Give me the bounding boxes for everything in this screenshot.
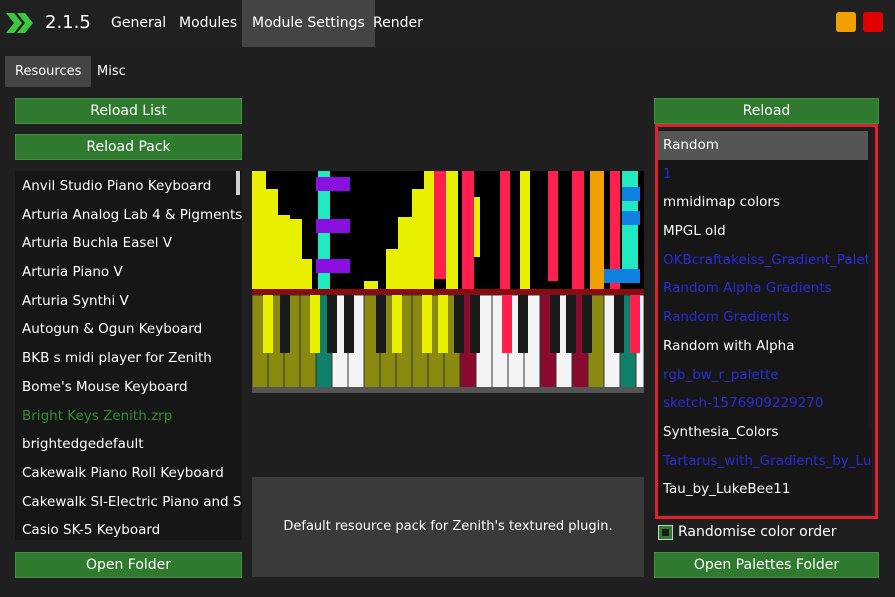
list-item[interactable]: Synthesia_Colors (656, 418, 872, 447)
zenith-logo-icon (6, 13, 33, 33)
list-item[interactable]: Bright Keys Zenith.zrp (15, 402, 242, 431)
subtab-misc[interactable]: Misc (87, 56, 136, 87)
close-button[interactable] (863, 12, 883, 32)
reload-list-button[interactable]: Reload List (15, 98, 242, 124)
list-item[interactable]: Random Alpha Gradients (656, 274, 872, 303)
randomise-color-order-checkbox[interactable] (658, 525, 673, 540)
tab-modules[interactable]: Modules (169, 0, 247, 47)
list-item[interactable]: Cakewalk SI-Electric Piano and String (15, 488, 242, 517)
resource-pack-preview (251, 171, 645, 394)
tab-render[interactable]: Render (363, 0, 433, 47)
list-item[interactable]: Cakewalk Piano Roll Keyboard (15, 459, 242, 488)
resource-pack-description: Default resource pack for Zenith's textu… (252, 477, 644, 577)
app-version: 2.1.5 (45, 12, 91, 33)
pack-list-scrollbar[interactable] (236, 171, 240, 195)
list-item[interactable]: Autogun & Ogun Keyboard (15, 315, 242, 344)
list-item[interactable]: Arturia Synthi V (15, 287, 242, 316)
list-item[interactable]: Tartarus_with_Gradients_by_LukeBee11 (656, 447, 872, 476)
list-item[interactable]: Arturia Buchla Easel V (15, 229, 242, 258)
open-palettes-folder-button[interactable]: Open Palettes Folder (654, 552, 879, 578)
list-item[interactable]: BKB s midi player for Zenith (15, 344, 242, 373)
randomise-color-order-label: Randomise color order (678, 524, 837, 540)
list-item[interactable]: Arturia Piano V (15, 258, 242, 287)
palette-list-scrollbar[interactable] (868, 130, 872, 430)
tab-module-settings[interactable]: Module Settings (242, 0, 375, 47)
list-item[interactable]: 1 (656, 160, 872, 189)
palette-list[interactable]: Random 1 mmidimap colors MPGL old OKBcraftak… (656, 130, 872, 514)
list-item[interactable]: brightedgedefault (15, 430, 242, 459)
list-item[interactable]: mmidimap colors (656, 188, 872, 217)
list-item[interactable]: Random (656, 131, 872, 160)
minimize-button[interactable] (836, 12, 856, 32)
tab-general[interactable]: General (101, 0, 176, 47)
list-item[interactable]: OKBcraftakeiss_Gradient_Palette (656, 246, 872, 275)
title-bar: 2.1.5 General Modules Module Settings Re… (0, 0, 895, 47)
open-folder-button[interactable]: Open Folder (15, 552, 242, 578)
list-item[interactable]: Bome's Mouse Keyboard (15, 373, 242, 402)
list-item[interactable]: Tau_by_LukeBee11 (656, 475, 872, 504)
list-item[interactable]: Random with Alpha (656, 332, 872, 361)
reload-palettes-button[interactable]: Reload (654, 98, 879, 124)
resource-pack-list[interactable]: Anvil Studio Piano Keyboard Arturia Analo… (15, 171, 242, 540)
subtab-resources[interactable]: Resources (5, 56, 92, 87)
piano-preview-image (251, 171, 645, 394)
list-item[interactable]: Random Gradients (656, 303, 872, 332)
list-item[interactable]: sketch-1576909229270 (656, 389, 872, 418)
list-item[interactable]: Anvil Studio Piano Keyboard (15, 172, 242, 201)
reload-pack-button[interactable]: Reload Pack (15, 134, 242, 160)
list-item[interactable]: Arturia Analog Lab 4 & Pigments & ... (15, 201, 242, 230)
list-item[interactable]: rgb_bw_r_palette (656, 361, 872, 390)
list-item[interactable]: MPGL old (656, 217, 872, 246)
list-item[interactable]: Casio SK-5 Keyboard (15, 516, 242, 540)
